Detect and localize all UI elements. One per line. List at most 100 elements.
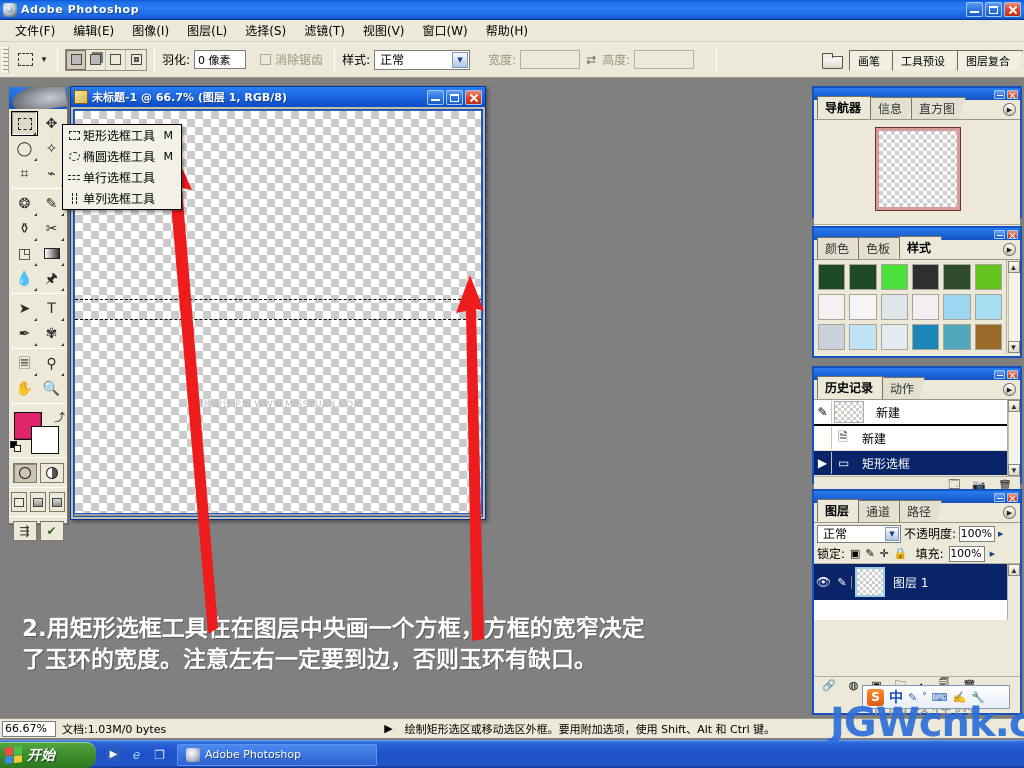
history-panel-menu-icon[interactable]: ▶ xyxy=(1003,383,1016,396)
layers-close-button[interactable] xyxy=(1007,492,1018,502)
tab-channels[interactable]: 通道 xyxy=(858,500,902,522)
tool-type[interactable]: T xyxy=(38,296,65,321)
style-swatch[interactable] xyxy=(912,294,940,320)
history-state-row[interactable]: 🗎 新建 xyxy=(814,426,1020,451)
height-input[interactable] xyxy=(634,50,695,69)
styles-close-button[interactable] xyxy=(1007,229,1018,239)
status-zoom-input[interactable]: 66.67% xyxy=(2,720,56,737)
history-scroll-track[interactable] xyxy=(1008,412,1020,464)
document-maximize-button[interactable] xyxy=(446,89,463,105)
styles-scrollbar[interactable]: ▲ ▼ xyxy=(1006,260,1020,354)
start-button[interactable]: 开始 xyxy=(0,742,96,768)
tool-gradient[interactable] xyxy=(38,241,65,266)
minimize-button[interactable] xyxy=(966,2,983,17)
style-swatch[interactable] xyxy=(849,294,877,320)
lock-position-move-icon[interactable]: ✛ xyxy=(880,547,889,560)
document-minimize-button[interactable] xyxy=(427,89,444,105)
toolbox-title-bar[interactable] xyxy=(9,87,67,109)
dock-tab-layer-comps[interactable]: 图层复合 xyxy=(957,49,1023,71)
tab-paths[interactable]: 路径 xyxy=(899,500,943,522)
menu-file[interactable]: 文件(F) xyxy=(6,20,64,41)
lock-all-padlock-icon[interactable]: 🔒 xyxy=(894,547,908,560)
document-close-button[interactable] xyxy=(465,89,482,105)
history-list[interactable]: ✎ 新建 🗎 新建 ▶ ▭ 矩形选框 ▲ ▼ xyxy=(814,400,1020,476)
dock-tab-brushes[interactable]: 画笔 xyxy=(849,49,893,71)
style-select[interactable]: 正常 ▼ xyxy=(374,49,471,70)
chevron-down-icon[interactable]: ▼ xyxy=(452,51,469,68)
style-swatch[interactable] xyxy=(943,264,971,290)
swap-arrows-icon[interactable]: ⇄ xyxy=(586,53,596,67)
tool-path-selection[interactable]: ➤ xyxy=(11,296,38,321)
tab-navigator[interactable]: 导航器 xyxy=(817,96,873,119)
scroll-up-icon[interactable]: ▲ xyxy=(1008,564,1020,576)
tab-layers[interactable]: 图层 xyxy=(817,499,861,522)
tool-dodge[interactable]: 🖈 xyxy=(38,266,65,291)
tab-color[interactable]: 颜色 xyxy=(817,237,861,259)
style-swatch[interactable] xyxy=(974,264,1002,290)
chevron-down-icon[interactable]: ▼ xyxy=(885,526,899,541)
maximize-button[interactable] xyxy=(985,2,1002,17)
styles-minimize-button[interactable] xyxy=(994,229,1005,239)
style-swatch[interactable] xyxy=(849,324,877,350)
tab-history[interactable]: 历史记录 xyxy=(817,376,885,399)
navigator-minimize-button[interactable] xyxy=(994,89,1005,99)
tool-clone-stamp[interactable]: ⚱ xyxy=(11,216,38,241)
full-screen-mode-button[interactable] xyxy=(49,492,65,512)
tab-histogram[interactable]: 直方图 xyxy=(911,97,967,119)
default-colors-icon[interactable] xyxy=(10,441,22,453)
antialias-checkbox[interactable] xyxy=(260,54,272,65)
style-swatch[interactable] xyxy=(818,324,846,350)
navigator-panel-menu-icon[interactable]: ▶ xyxy=(1003,103,1016,116)
history-close-button[interactable] xyxy=(1007,369,1018,379)
menu-window[interactable]: 窗口(W) xyxy=(413,20,476,41)
menu-select[interactable]: 选择(S) xyxy=(236,20,295,41)
style-swatch[interactable] xyxy=(943,324,971,350)
new-selection-button[interactable] xyxy=(66,49,86,70)
intersect-selection-button[interactable] xyxy=(126,50,146,70)
fill-input[interactable]: 100% xyxy=(948,545,985,562)
layer-style-fx-icon[interactable]: ◍ xyxy=(849,679,859,692)
tool-brush[interactable]: ✎ xyxy=(38,191,65,216)
tool-eyedropper[interactable]: ⚲ xyxy=(38,351,65,376)
style-swatch[interactable] xyxy=(912,324,940,350)
history-state-row[interactable]: ▶ ▭ 矩形选框 xyxy=(814,451,1020,476)
layer-edit-brush-icon[interactable]: ✎ xyxy=(833,575,852,589)
layer-thumbnail[interactable] xyxy=(855,567,885,597)
tool-rectangular-marquee[interactable] xyxy=(11,111,38,136)
file-browser-icon[interactable] xyxy=(821,51,843,69)
media-player-icon[interactable]: ▶ xyxy=(106,747,121,762)
tool-hand[interactable]: ✋ xyxy=(11,376,38,401)
background-color-swatch[interactable] xyxy=(31,426,59,454)
scroll-down-icon[interactable]: ▼ xyxy=(1008,464,1020,476)
tool-magic-wand[interactable]: ✧ xyxy=(38,136,65,161)
checkmark-button[interactable]: ✔ xyxy=(39,521,64,541)
opacity-slider-arrow-icon[interactable]: ▶ xyxy=(998,530,1003,538)
tool-healing-brush[interactable]: ❂ xyxy=(11,191,38,216)
history-state-source-box[interactable] xyxy=(814,427,832,449)
history-minimize-button[interactable] xyxy=(994,369,1005,379)
standard-mode-button[interactable] xyxy=(12,463,37,483)
layers-panel-menu-icon[interactable]: ▶ xyxy=(1003,506,1016,519)
blend-mode-select[interactable]: 正常 ▼ xyxy=(817,524,901,543)
tool-custom-shape[interactable]: ✾ xyxy=(38,321,65,346)
opacity-input[interactable]: 100% xyxy=(959,525,996,542)
full-screen-with-menubar-button[interactable] xyxy=(30,492,46,512)
flyout-item-elliptical-marquee[interactable]: 椭圆选框工具 M xyxy=(63,146,181,167)
document-title-bar[interactable]: 未标题-1 @ 66.7% (图层 1, RGB/8) xyxy=(71,87,485,107)
style-swatch[interactable] xyxy=(880,264,908,290)
style-swatch[interactable] xyxy=(880,324,908,350)
tool-blur[interactable]: 💧 xyxy=(11,266,38,291)
history-scrollbar[interactable]: ▲ ▼ xyxy=(1007,400,1020,476)
swap-colors-icon[interactable]: ⤴ xyxy=(54,409,65,425)
dock-tab-tool-presets[interactable]: 工具预设 xyxy=(892,49,958,71)
history-source-icon[interactable]: ✎ xyxy=(814,401,832,423)
layers-list[interactable]: 👁 ✎ 图层 1 ▲ xyxy=(814,564,1020,620)
scroll-up-icon[interactable]: ▲ xyxy=(1007,261,1020,273)
menu-help[interactable]: 帮助(H) xyxy=(477,20,537,41)
history-state-source-box[interactable]: ▶ xyxy=(814,452,832,474)
tool-lasso[interactable]: ◯ xyxy=(11,136,38,161)
tab-styles[interactable]: 样式 xyxy=(899,236,943,259)
tool-pen[interactable]: ✒ xyxy=(11,321,38,346)
options-bar-grip[interactable] xyxy=(2,46,9,73)
tool-crop[interactable]: ⌗ xyxy=(11,161,38,186)
